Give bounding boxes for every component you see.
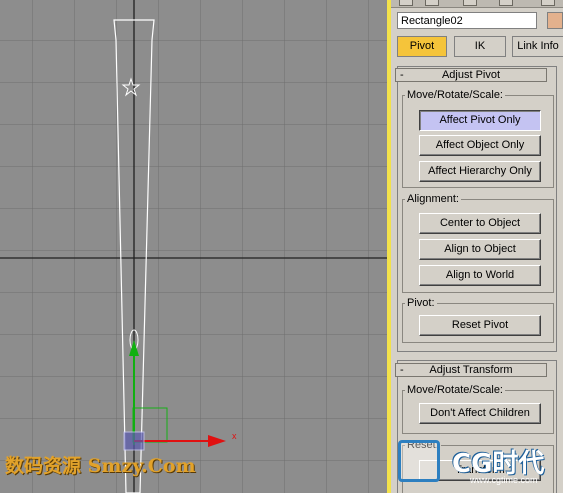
adjust-transform-rollout-header[interactable]: - Adjust Transform bbox=[395, 363, 547, 377]
object-color-swatch[interactable] bbox=[547, 12, 563, 29]
motion-tab-icon[interactable] bbox=[499, 0, 513, 6]
hierarchy-tab-icon[interactable] bbox=[463, 0, 477, 6]
viewport-grid bbox=[0, 0, 387, 493]
center-to-object-button[interactable]: Center to Object bbox=[419, 213, 541, 234]
tab-ik[interactable]: IK bbox=[454, 36, 506, 57]
viewport-canvas[interactable]: x bbox=[0, 0, 387, 493]
align-to-object-button[interactable]: Align to Object bbox=[419, 239, 541, 260]
cg-watermark-logo bbox=[398, 440, 440, 482]
tab-pivot[interactable]: Pivot bbox=[397, 36, 447, 57]
move-rotate-scale-label: Move/Rotate/Scale: bbox=[405, 89, 505, 101]
align-to-world-button[interactable]: Align to World bbox=[419, 265, 541, 286]
gizmo-x-label: x bbox=[232, 431, 237, 441]
pivot-label: Pivot: bbox=[405, 297, 437, 309]
affect-object-only-button[interactable]: Affect Object Only bbox=[419, 135, 541, 156]
object-name-field[interactable]: Rectangle02 bbox=[397, 12, 537, 29]
command-panel: Rectangle02 Pivot IK Link Info - Adjust … bbox=[391, 0, 563, 493]
adjust-pivot-rollout-header[interactable]: - Adjust Pivot bbox=[395, 68, 547, 82]
alignment-label: Alignment: bbox=[405, 193, 461, 205]
reset-pivot-button[interactable]: Reset Pivot bbox=[419, 315, 541, 336]
create-tab-icon[interactable] bbox=[399, 0, 413, 6]
transform-move-rotate-scale-label: Move/Rotate/Scale: bbox=[405, 384, 505, 396]
modify-tab-icon[interactable] bbox=[425, 0, 439, 6]
display-tab-icon[interactable] bbox=[541, 0, 555, 6]
dont-affect-children-button[interactable]: Don't Affect Children bbox=[419, 403, 541, 424]
perspective-viewport[interactable]: x 数码资源 Smzy.Com bbox=[0, 0, 387, 493]
gizmo-center-icon[interactable] bbox=[123, 431, 145, 451]
affect-hierarchy-only-button[interactable]: Affect Hierarchy Only bbox=[419, 161, 541, 182]
rollout-title: Adjust Pivot bbox=[441, 69, 501, 81]
rollout-title: Adjust Transform bbox=[429, 364, 513, 376]
watermark-left: 数码资源 Smzy.Com bbox=[5, 455, 196, 477]
tab-link-info[interactable]: Link Info bbox=[512, 36, 563, 57]
affect-pivot-only-button[interactable]: Affect Pivot Only bbox=[419, 110, 541, 131]
cg-watermark-url: www.cgtime.com bbox=[470, 475, 538, 485]
panel-tab-strip[interactable] bbox=[391, 0, 563, 8]
